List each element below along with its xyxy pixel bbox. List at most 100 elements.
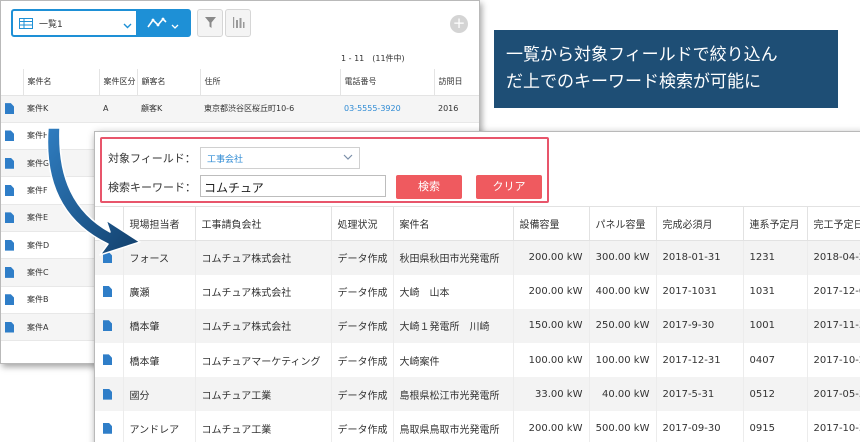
table-row[interactable]: 廣瀬 コムチュア株式会社 データ作成 大崎 山本 200.00 kW 400.0… — [95, 274, 860, 309]
cell-due: 2018-01-31 — [656, 240, 744, 275]
line-graph-icon — [147, 14, 167, 33]
table-row[interactable]: 橋本肇 コムチュア株式会社 データ作成 大崎１発電所 川崎 150.00 kW … — [95, 308, 860, 344]
column-header[interactable]: 現場担当者 — [123, 206, 196, 241]
column-header[interactable]: 案件区分 — [99, 69, 138, 96]
cell-company: コムチュア工業 — [195, 377, 332, 412]
filter-icon — [204, 14, 217, 33]
table-row[interactable]: 國分 コムチュア工業 データ作成 島根県松江市光発電所 33.00 kW 40.… — [95, 377, 860, 412]
cell-name: 案件C — [23, 258, 99, 287]
view-dropdown[interactable]: 一覧1 — [13, 11, 137, 35]
column-header[interactable]: 案件名 — [23, 69, 100, 96]
cell-project: 大崎 山本 — [393, 274, 514, 309]
cell-project: 大崎１発電所 川崎 — [393, 308, 514, 344]
clear-button[interactable]: クリア — [476, 175, 542, 199]
cell-person: 橋本肇 — [123, 308, 196, 344]
document-icon[interactable] — [5, 212, 14, 224]
document-icon[interactable] — [5, 266, 14, 278]
cell-name: 案件A — [23, 313, 99, 342]
cell-status: データ作成 — [331, 411, 394, 442]
target-field-value: 工事会社 — [207, 155, 244, 165]
cell-phone-link[interactable]: 03-5555-3920 — [340, 95, 434, 123]
column-header[interactable]: パネル容量 — [589, 206, 657, 241]
cell-project: 大崎案件 — [393, 343, 514, 378]
target-field-select[interactable]: 工事会社 — [200, 147, 360, 169]
cell-name: 案件D — [23, 231, 99, 260]
column-header[interactable]: 完成必須月 — [656, 206, 744, 241]
column-header[interactable]: 連系予定月 — [743, 206, 808, 241]
cell-name: 案件E — [23, 204, 99, 232]
document-icon[interactable] — [103, 286, 112, 298]
cell-capacity: 200.00 kW — [513, 411, 590, 442]
cell-company: コムチュア株式会社 — [195, 308, 332, 344]
graph-selector[interactable] — [137, 11, 189, 35]
cell-link: 0512 — [743, 377, 808, 412]
keyword-input[interactable]: コムチュア — [200, 175, 386, 197]
search-button[interactable]: 検索 — [396, 175, 462, 199]
chevron-down-icon — [123, 14, 132, 33]
document-icon[interactable] — [5, 130, 14, 142]
view-selector[interactable]: 一覧1 — [11, 9, 191, 37]
graph-button[interactable] — [225, 9, 251, 37]
document-icon[interactable] — [103, 422, 112, 434]
document-icon[interactable] — [103, 354, 112, 366]
paging-info: 1 - 11 (11件中) — [341, 54, 405, 63]
cell-link: 1031 — [743, 274, 808, 309]
cell-link: 0407 — [743, 343, 808, 378]
cell-link: 1001 — [743, 308, 808, 344]
bar-chart-icon — [232, 14, 245, 33]
cell-due: 2017-1031 — [656, 274, 744, 309]
column-header[interactable]: 住所 — [200, 69, 341, 96]
document-icon[interactable] — [5, 103, 14, 115]
cell-finish: 2017-12-01 — [807, 274, 860, 309]
keyword-label: 検索キーワード： — [108, 181, 196, 194]
column-header[interactable]: 電話番号 — [340, 69, 435, 96]
cell-company: コムチュア株式会社 — [195, 240, 332, 275]
cell-finish: 2018-04-27 — [807, 240, 860, 275]
filter-button[interactable] — [197, 9, 223, 37]
document-icon[interactable] — [103, 252, 112, 264]
document-icon[interactable] — [5, 239, 14, 251]
column-header[interactable]: 工事請負会社 — [195, 206, 332, 241]
cell-due: 2017-12-31 — [656, 343, 744, 378]
cell-status: データ作成 — [331, 274, 394, 309]
column-header[interactable]: 処理状況 — [331, 206, 394, 241]
cell-person: 橋本肇 — [123, 343, 196, 378]
cell-due: 2017-9-30 — [656, 308, 744, 344]
cell-finish: 2017-10-31 — [807, 411, 860, 442]
column-header[interactable]: 設備容量 — [513, 206, 590, 241]
document-icon[interactable] — [5, 321, 14, 333]
cell-due: 2017-09-30 — [656, 411, 744, 442]
cell-finish: 2017-11-30 — [807, 308, 860, 344]
column-header[interactable]: 顧客名 — [137, 69, 201, 96]
column-header[interactable]: 訪問日 — [434, 69, 479, 96]
cell-capacity: 100.00 kW — [513, 343, 590, 378]
column-header[interactable]: 完工予定日 — [807, 206, 860, 241]
cell-panel: 250.00 kW — [589, 308, 657, 344]
cell-name: 案件F — [23, 176, 99, 205]
view-name: 一覧1 — [39, 19, 63, 30]
document-icon[interactable] — [103, 388, 112, 400]
table-row[interactable]: アンドレア コムチュア工業 データ作成 鳥取県鳥取市光発電所 200.00 kW… — [95, 411, 860, 442]
column-header[interactable]: 案件名 — [393, 206, 514, 241]
document-icon[interactable] — [5, 185, 14, 197]
cell-name: 案件B — [23, 286, 99, 314]
cell-due: 2017-5-31 — [656, 377, 744, 412]
cell-capacity: 150.00 kW — [513, 308, 590, 344]
search-result-table: 現場担当者 工事請負会社 処理状況 案件名 設備容量 パネル容量 完成必須月 連… — [95, 206, 860, 442]
callout-line-1: 一覧から対象フィールドで絞り込ん — [506, 45, 778, 65]
cell-panel: 40.00 kW — [589, 377, 657, 412]
table-row[interactable]: 橋本肇 コムチュアマーケティング データ作成 大崎案件 100.00 kW 10… — [95, 343, 860, 378]
cell-panel: 300.00 kW — [589, 240, 657, 275]
table-row[interactable]: フォース コムチュア株式会社 データ作成 秋田県秋田市光発電所 200.00 k… — [95, 240, 860, 275]
toolbar: 一覧1 + — [1, 1, 479, 45]
column-header — [95, 206, 124, 241]
table-row[interactable]: 案件K A 顧客K 東京都渋谷区桜丘町10-6 03-5555-3920 201… — [1, 95, 479, 123]
cell-person: アンドレア — [123, 411, 196, 442]
document-icon[interactable] — [103, 320, 112, 332]
cell-capacity: 200.00 kW — [513, 274, 590, 309]
cell-customer: 顧客K — [137, 95, 200, 123]
cell-status: データ作成 — [331, 308, 394, 344]
document-icon[interactable] — [5, 157, 14, 169]
add-record-button[interactable]: + — [450, 15, 468, 33]
document-icon[interactable] — [5, 294, 14, 306]
